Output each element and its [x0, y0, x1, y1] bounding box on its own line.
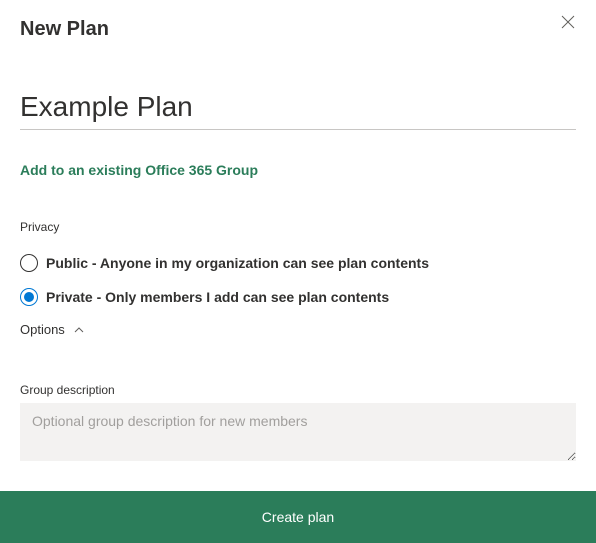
close-button[interactable] — [558, 14, 578, 34]
privacy-label: Privacy — [20, 220, 576, 234]
radio-icon — [20, 288, 38, 306]
options-label: Options — [20, 322, 65, 337]
group-description-label: Group description — [20, 383, 576, 397]
privacy-option-private[interactable]: Private - Only members I add can see pla… — [20, 288, 576, 306]
radio-icon — [20, 254, 38, 272]
privacy-option-label: Private - Only members I add can see pla… — [46, 289, 389, 305]
new-plan-panel: New Plan Add to an existing Office 365 G… — [0, 0, 596, 466]
panel-title: New Plan — [20, 18, 109, 41]
add-existing-group-link[interactable]: Add to an existing Office 365 Group — [20, 162, 258, 178]
create-plan-button[interactable]: Create plan — [0, 491, 596, 543]
group-description-textarea[interactable] — [20, 403, 576, 461]
close-icon — [561, 15, 575, 34]
privacy-radio-group: Public - Anyone in my organization can s… — [20, 254, 576, 306]
panel-header: New Plan — [20, 18, 576, 41]
privacy-option-label: Public - Anyone in my organization can s… — [46, 255, 429, 271]
privacy-option-public[interactable]: Public - Anyone in my organization can s… — [20, 254, 576, 272]
plan-name-input[interactable] — [20, 89, 576, 130]
chevron-up-icon — [73, 324, 85, 336]
options-toggle[interactable]: Options — [20, 322, 576, 337]
